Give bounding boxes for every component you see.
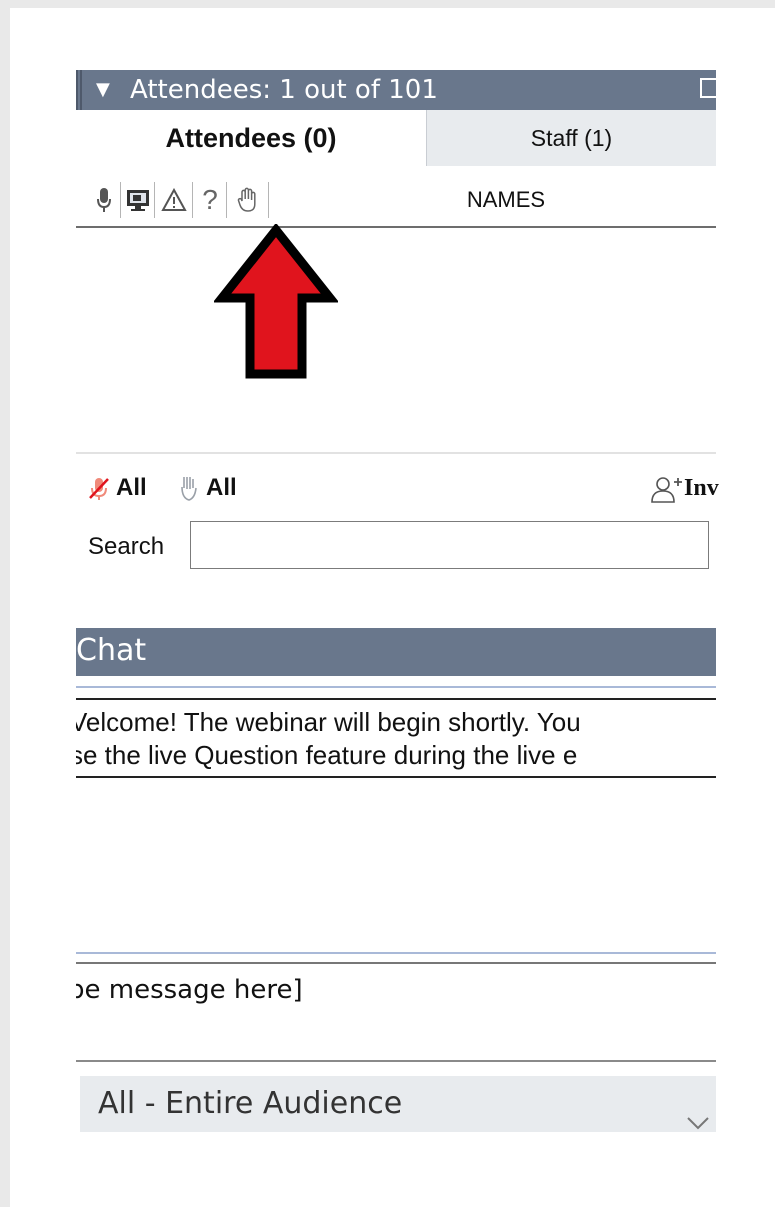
raise-hand-icon[interactable] [228, 182, 269, 218]
chat-divider [76, 686, 716, 688]
tab-staff[interactable]: Staff (1) [426, 110, 716, 166]
invite-button[interactable]: Inv [684, 468, 719, 508]
recipient-selected-value: All - Entire Audience [98, 1086, 403, 1121]
attendee-search-input[interactable] [190, 521, 709, 569]
attendee-actions-row: All All Inv [76, 468, 719, 508]
attendee-list-header: ? NAMES [76, 174, 716, 228]
collapse-triangle-icon[interactable]: ▼ [96, 70, 110, 110]
chat-history-area [76, 780, 716, 950]
add-user-icon[interactable] [650, 474, 682, 508]
recipient-select[interactable]: All - Entire Audience [80, 1076, 716, 1132]
mute-all-button[interactable]: All [116, 468, 147, 508]
chevron-down-icon[interactable] [686, 1094, 710, 1132]
lower-all-hands-button[interactable]: All [206, 468, 237, 508]
attendees-panel-header[interactable]: ▼ Attendees: 1 out of 101 [76, 70, 716, 110]
expand-window-icon[interactable] [700, 78, 716, 98]
chat-panel-header[interactable]: Chat [76, 628, 716, 676]
drag-grip-icon[interactable] [76, 70, 82, 110]
lower-hands-icon[interactable] [176, 474, 202, 506]
microphone-icon[interactable] [88, 182, 121, 218]
screen-share-icon[interactable] [122, 182, 155, 218]
chat-divider [76, 776, 716, 778]
webinar-control-panel: ▼ Attendees: 1 out of 101 Attendees (0) … [10, 8, 775, 1207]
chat-message: Velcome! The webinar will begin shortly.… [76, 707, 581, 737]
names-column-header[interactable]: NAMES [296, 174, 716, 226]
attendee-list [76, 228, 716, 452]
tab-attendees[interactable]: Attendees (0) [76, 110, 426, 166]
list-divider [76, 452, 716, 454]
search-label: Search [88, 533, 165, 560]
warning-icon[interactable] [156, 182, 193, 218]
question-icon[interactable]: ? [194, 182, 227, 218]
chat-divider [76, 962, 716, 964]
red-arrow-icon [214, 224, 338, 379]
chat-message: se the live Question feature during the … [76, 740, 578, 770]
chat-divider [76, 1060, 716, 1062]
chat-divider [76, 698, 716, 700]
chat-message-input[interactable]: pe message here] [76, 968, 716, 1014]
chat-message-list: Velcome! The webinar will begin shortly.… [76, 704, 716, 776]
attendee-tabs: Attendees (0) Staff (1) [76, 110, 716, 166]
attendees-panel-title: Attendees: 1 out of 101 [130, 75, 438, 105]
chat-input-placeholder: pe message here] [76, 975, 303, 1005]
chat-divider [76, 952, 716, 954]
mute-all-icon[interactable] [88, 476, 110, 506]
chat-panel-title: Chat [76, 633, 147, 668]
